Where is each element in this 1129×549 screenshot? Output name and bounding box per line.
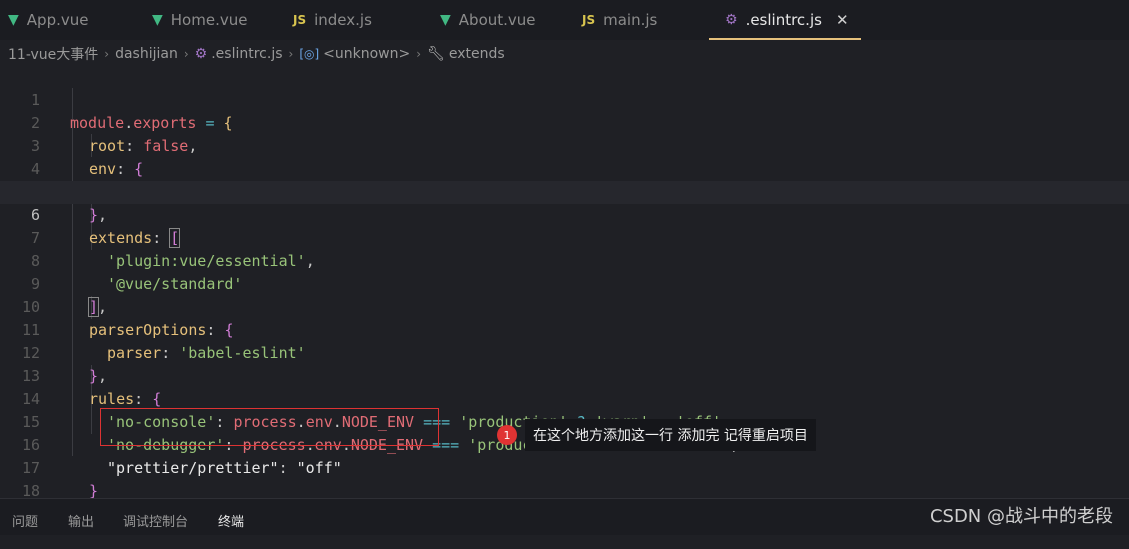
breadcrumb-item-folder[interactable]: 11-vue大事件 [8,44,98,64]
close-icon[interactable]: ✕ [836,11,849,29]
tab-label: main.js [603,11,658,29]
code-line: 14 'no-console': process.env.NODE_ENV ==… [0,365,1129,431]
breadcrumb: 11-vue大事件 › dashijian › ⚙ .eslintrc.js ›… [8,42,505,66]
wrench-icon: 🔧︎ [427,46,445,62]
code-line: 12 }, [0,319,1129,385]
tab-app-vue[interactable]: ▼ App.vue [8,0,88,40]
annotation-callout: 1 在这个地方添加这一行 添加完 记得重启项目 [497,419,816,451]
tab-label: App.vue [26,11,89,29]
code-line: 10 parserOptions: { [0,273,1129,339]
panel-tab-debug-console[interactable]: 调试控制台 [123,511,188,530]
chevron-right-icon: › [416,47,422,61]
code-line-current: 6 extends: [ [0,181,1129,248]
code-line: 5 }, [0,158,1129,224]
code-line: 8 '@vue/standard' [0,227,1129,293]
code-line: 2 root: false, [0,89,1129,155]
js-icon: JS [293,13,307,27]
tab-label: index.js [314,11,372,29]
tab-label: .eslintrc.js [745,11,822,29]
editor-tab-bar: ▼ App.vue ▼ Home.vue JS index.js ▼ About… [0,0,1129,40]
code-line: 4 node: false [0,135,1129,201]
breadcrumb-item-file[interactable]: .eslintrc.js [211,46,282,62]
breadcrumb-item-unknown[interactable]: <unknown> [323,46,410,62]
code-line: 18 } [0,457,1129,523]
chevron-right-icon: › [104,47,110,61]
tab-index-js[interactable]: JS index.js [293,0,372,40]
vue-icon: ▼ [440,12,451,28]
chevron-right-icon: › [183,47,189,61]
annotation-highlight-box [100,408,439,446]
watermark: CSDN @战斗中的老段 [929,506,1113,527]
tab-label: About.vue [458,11,536,29]
step-badge: 1 [497,425,517,445]
tab-eslintrc-js[interactable]: ⚙ .eslintrc.js ✕ [709,0,860,40]
gear-icon: ⚙ [725,12,738,28]
object-icon: [◎] [299,47,320,61]
code-line: 7 'plugin:vue/essential', [0,204,1129,270]
vue-icon: ▼ [8,12,19,28]
panel-tab-output[interactable]: 输出 [68,511,94,530]
code-line: 9 ], [0,250,1129,317]
js-icon: JS [582,13,596,27]
tab-label: Home.vue [170,11,248,29]
code-line: 11 parser: 'babel-eslint' [0,296,1129,362]
vue-icon: ▼ [152,12,163,28]
annotation-text: 在这个地方添加这一行 添加完 记得重启项目 [525,419,816,451]
tab-main-js[interactable]: JS main.js [582,0,657,40]
panel-tab-terminal[interactable]: 终端 [218,511,244,530]
tab-about-vue[interactable]: ▼ About.vue [440,0,536,40]
code-line: 13 rules: { [0,342,1129,408]
panel-tab-problems[interactable]: 问题 [12,511,38,530]
gear-icon: ⚙ [194,46,208,62]
tab-home-vue[interactable]: ▼ Home.vue [152,0,247,40]
breadcrumb-item-subfolder[interactable]: dashijian [115,46,178,62]
breadcrumb-item-extends[interactable]: extends [449,46,505,62]
chevron-right-icon: › [288,47,294,61]
code-line: 3 env: { [0,112,1129,178]
code-line: 1 module.exports = { [0,66,1129,132]
